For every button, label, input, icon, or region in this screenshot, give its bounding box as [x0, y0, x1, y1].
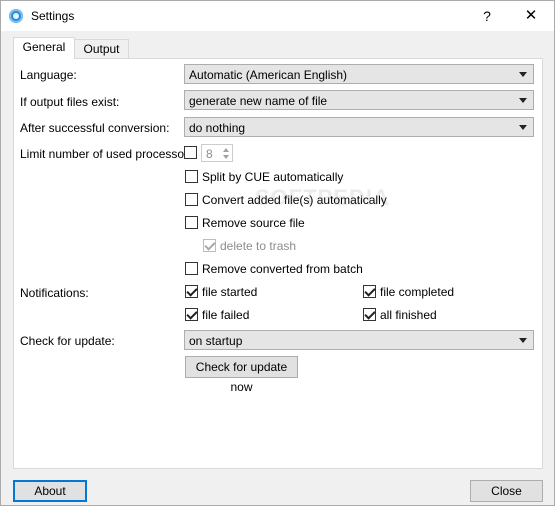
processors-checkbox[interactable]: [184, 146, 197, 159]
update-label: Check for update:: [20, 334, 115, 348]
file-completed-label: file completed: [380, 285, 455, 299]
processors-label: Limit number of used processors:: [20, 147, 198, 161]
remove-converted-label: Remove converted from batch: [202, 262, 363, 276]
file-completed-checkbox[interactable]: [363, 285, 376, 298]
output-exists-select[interactable]: generate new name of file: [184, 90, 534, 110]
title-bar: Settings ? ✕: [1, 1, 554, 31]
app-logo-icon: [9, 9, 23, 23]
help-button[interactable]: ?: [473, 2, 501, 30]
language-select[interactable]: Automatic (American English): [184, 64, 534, 84]
file-started-checkbox[interactable]: [185, 285, 198, 298]
output-exists-select-value: generate new name of file: [189, 94, 328, 108]
all-finished-checkbox[interactable]: [363, 308, 376, 321]
softpedia-watermark: SOFTPEDIA: [255, 185, 390, 210]
update-select[interactable]: on startup: [184, 330, 534, 350]
file-started-label: file started: [202, 285, 258, 299]
spin-up-icon[interactable]: [223, 148, 229, 152]
all-finished-label: all finished: [380, 308, 437, 322]
settings-window: Settings ? ✕ General Output Language: Au…: [0, 0, 555, 506]
chevron-down-icon: [519, 338, 527, 343]
after-conversion-select[interactable]: do nothing: [184, 117, 534, 137]
chevron-down-icon: [519, 98, 527, 103]
remove-source-checkbox[interactable]: [185, 216, 198, 229]
about-button[interactable]: About: [13, 480, 87, 502]
after-conversion-label: After successful conversion:: [20, 121, 170, 135]
check-update-now-button[interactable]: Check for update now: [185, 356, 298, 394]
remove-source-label: Remove source file: [202, 216, 305, 230]
processors-spinbox[interactable]: 8: [201, 144, 233, 162]
window-title: Settings: [31, 9, 75, 23]
split-cue-label: Split by CUE automatically: [202, 170, 344, 184]
after-conversion-select-value: do nothing: [189, 121, 246, 135]
chevron-down-icon: [519, 125, 527, 130]
language-label: Language:: [20, 68, 77, 82]
tab-general[interactable]: General: [13, 37, 75, 59]
delete-to-trash-label: delete to trash: [220, 239, 297, 253]
processors-spinbox-value: 8: [206, 147, 213, 161]
remove-converted-checkbox[interactable]: [185, 262, 198, 275]
convert-added-checkbox[interactable]: [185, 193, 198, 206]
close-window-button[interactable]: ✕: [516, 2, 546, 30]
file-failed-label: file failed: [202, 308, 250, 322]
chevron-down-icon: [519, 72, 527, 77]
tab-output[interactable]: Output: [75, 39, 129, 59]
file-failed-checkbox[interactable]: [185, 308, 198, 321]
notifications-label: Notifications:: [20, 286, 89, 300]
close-button[interactable]: Close: [470, 480, 543, 502]
delete-to-trash-checkbox: [203, 239, 216, 252]
spin-down-icon[interactable]: [223, 155, 229, 159]
language-select-value: Automatic (American English): [189, 68, 348, 82]
output-exists-label: If output files exist:: [20, 95, 120, 109]
update-select-value: on startup: [189, 334, 243, 348]
split-cue-checkbox[interactable]: [185, 170, 198, 183]
